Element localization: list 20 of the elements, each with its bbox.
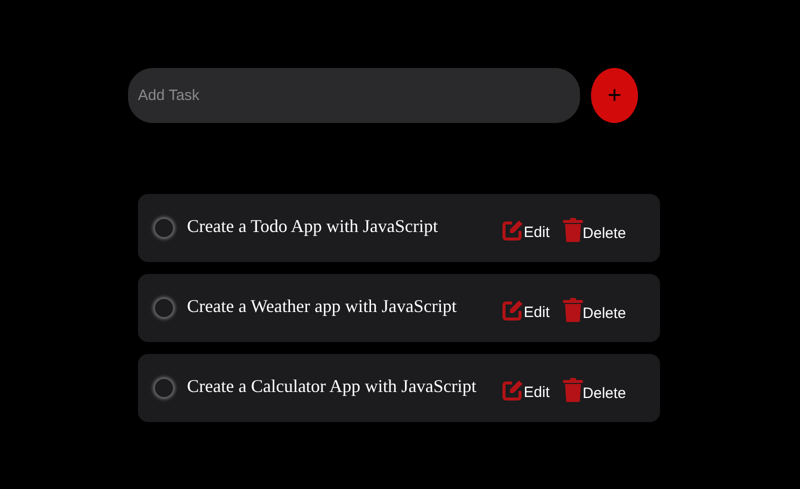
edit-button[interactable]: Edit [502,219,550,241]
edit-button[interactable]: Edit [502,379,550,401]
add-task-field[interactable]: Add Task [128,68,580,123]
checkbox[interactable] [154,298,174,318]
pencil-square-icon [502,379,524,401]
delete-button[interactable]: Delete [562,218,626,242]
checkbox[interactable] [154,218,174,238]
task-text: Create a Todo App with JavaScript [187,216,439,236]
checkbox[interactable] [154,378,174,398]
add-button[interactable]: + [591,68,638,123]
delete-button[interactable]: Delete [562,378,626,402]
trash-icon [562,378,583,402]
task-text: Create a Weather app with JavaScript [187,296,458,316]
task-text: Create a Calculator App with JavaScript [187,376,478,396]
pencil-square-icon [502,299,524,321]
trash-icon [562,218,583,242]
trash-icon [562,298,583,322]
edit-button[interactable]: Edit [502,299,550,321]
pencil-square-icon [502,219,524,241]
delete-button[interactable]: Delete [562,298,626,322]
